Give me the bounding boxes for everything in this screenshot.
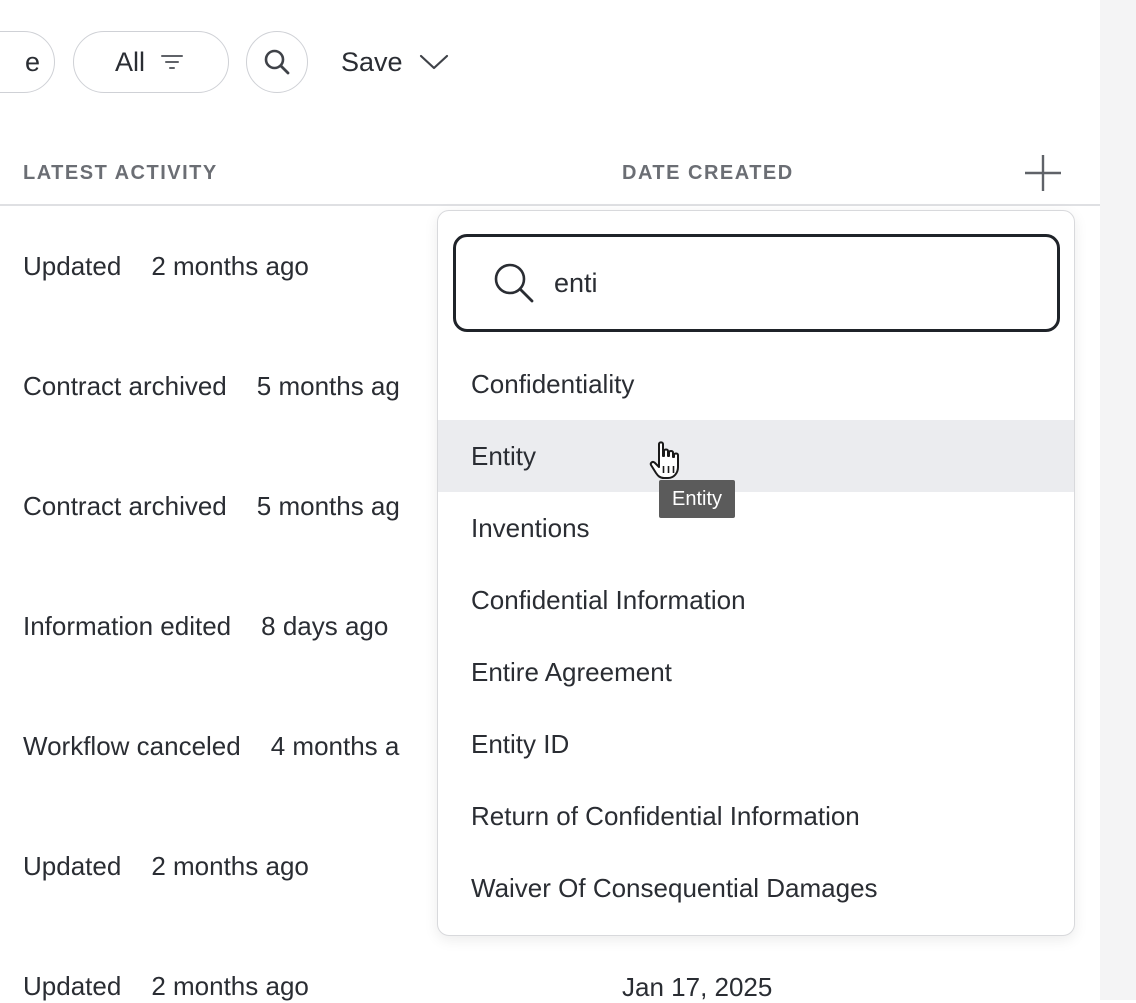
activity-time: 5 months ag — [256, 371, 400, 401]
search-icon — [264, 49, 290, 75]
dropdown-option[interactable]: Confidentiality — [438, 348, 1074, 420]
dropdown-option[interactable]: Inventions — [438, 492, 1074, 564]
activity-time: 2 months ago — [151, 251, 309, 281]
dropdown-option[interactable]: Entire Agreement — [438, 636, 1074, 708]
column-header-date-created[interactable]: DATE CREATED — [622, 162, 794, 185]
activity-time: 8 days ago — [261, 611, 389, 641]
activity-label: Updated — [23, 251, 122, 281]
hand-pointer-icon — [649, 441, 679, 479]
table-row[interactable]: Updated 2 months ago — [23, 971, 309, 1002]
activity-time: 4 months a — [270, 731, 400, 761]
activity-label: Information edited — [23, 611, 232, 641]
activity-time: 5 months ag — [256, 491, 400, 521]
activity-time: 2 months ago — [151, 971, 309, 1001]
activity-label: Updated — [23, 851, 122, 881]
dropdown-option[interactable]: Return of Confidential Information — [438, 780, 1074, 852]
table-row[interactable]: Updated 2 months ago — [23, 251, 309, 282]
table-row[interactable]: Information edited 8 days ago — [23, 611, 388, 642]
activity-label: Workflow canceled — [23, 731, 241, 761]
dropdown-option[interactable]: Entity ID — [438, 708, 1074, 780]
activity-time: 2 months ago — [151, 851, 309, 881]
option-tooltip: Entity — [659, 480, 736, 518]
column-search-input[interactable] — [554, 267, 1034, 299]
filter-icon — [161, 55, 184, 69]
activity-label: Contract archived — [23, 371, 227, 401]
column-search-field[interactable] — [453, 234, 1060, 332]
all-filter-label: All — [115, 46, 146, 77]
search-button[interactable] — [246, 31, 308, 93]
all-filter-button[interactable]: All — [73, 31, 229, 93]
filter-pill-label: e — [24, 46, 40, 77]
plus-icon[interactable] — [1024, 154, 1062, 192]
scroll-gutter — [1100, 0, 1136, 1000]
dropdown-option[interactable]: Confidential Information — [438, 564, 1074, 636]
dropdown-option[interactable]: Waiver Of Consequential Damages — [438, 852, 1074, 924]
activity-label: Contract archived — [23, 491, 227, 521]
date-created-cell: Jan 17, 2025 — [622, 972, 773, 1002]
column-header-latest-activity[interactable]: LATEST ACTIVITY — [23, 162, 218, 185]
dropdown-option-hovered[interactable]: Entity — [438, 420, 1074, 492]
column-picker-dropdown: Confidentiality Entity Inventions Confid… — [437, 210, 1075, 936]
table-row[interactable]: Contract archived 5 months ag — [23, 491, 400, 522]
chevron-down-icon — [419, 54, 448, 70]
table-row[interactable]: Updated 2 months ago — [23, 851, 309, 882]
table-row[interactable]: Contract archived 5 months ag — [23, 371, 400, 402]
activity-label: Updated — [23, 971, 122, 1001]
header-divider — [0, 204, 1100, 206]
filter-pill-partial[interactable]: e — [0, 31, 55, 93]
table-row[interactable]: Workflow canceled 4 months a — [23, 731, 399, 762]
save-button[interactable]: Save — [341, 44, 449, 80]
search-icon — [494, 263, 534, 303]
save-label: Save — [341, 46, 403, 77]
